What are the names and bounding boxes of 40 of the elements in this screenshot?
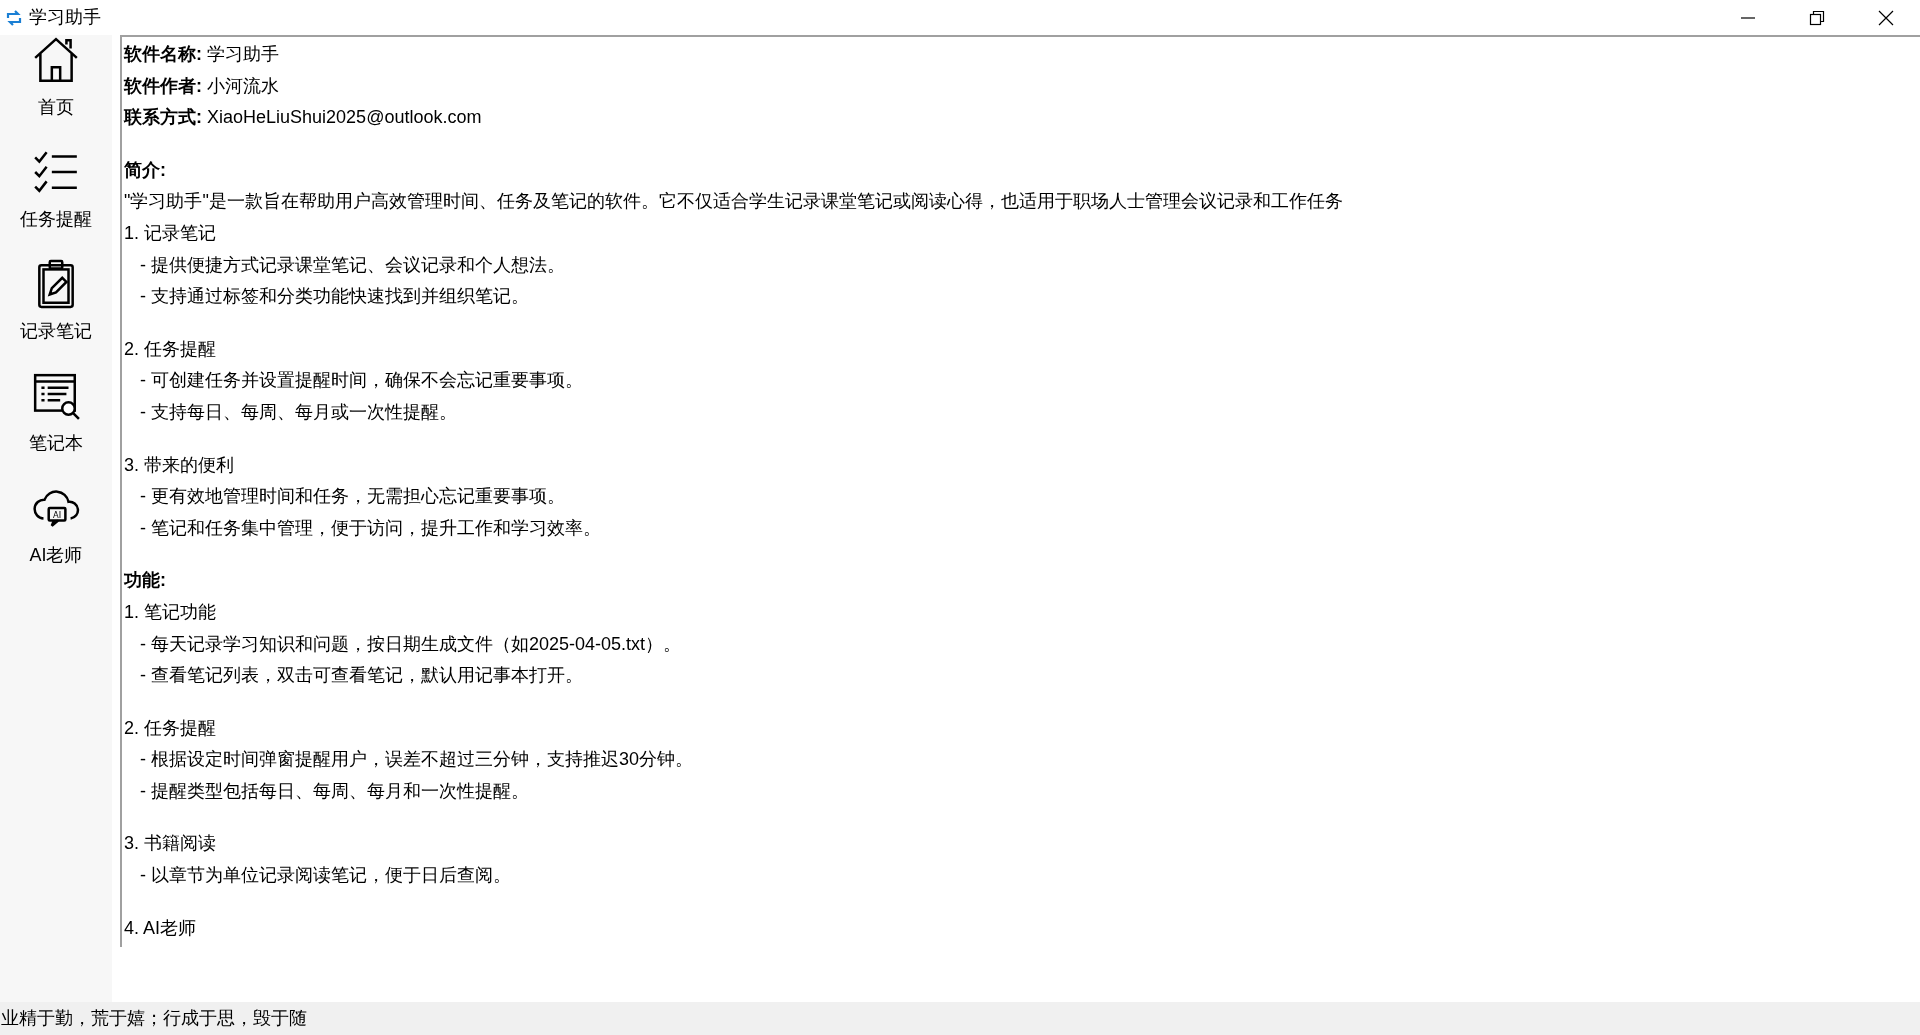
bullet-text: - 提醒类型包括每日、每周、每月和一次性提醒。 <box>140 780 529 801</box>
sidebar-item[interactable]: 记录笔记 <box>6 259 106 371</box>
bullet-text: - 可创建任务并设置提醒时间，确保不会忘记重要事项。 <box>140 370 583 391</box>
field-value: 小河流水 <box>207 75 279 96</box>
section-heading: 简介: <box>124 159 166 180</box>
app-logo-icon <box>5 8 23 27</box>
bullet-text: - 笔记和任务集中管理，便于访问，提升工作和学习效率。 <box>140 517 601 538</box>
body-text: 3. 书籍阅读 <box>124 833 216 854</box>
bullet-text: - 更有效地管理时间和任务，无需担心忘记重要事项。 <box>140 486 565 507</box>
minimize-icon <box>1739 16 1756 19</box>
bullet-text: - 查看笔记列表，双击可查看笔记，默认用记事本打开。 <box>140 665 583 686</box>
sidebar-item[interactable]: AI AI老师 <box>6 483 106 595</box>
body-text: 1. 记录笔记 <box>124 222 216 243</box>
body-text: 4. AI老师 <box>124 917 197 938</box>
sidebar-item[interactable]: 笔记本 <box>6 371 106 483</box>
bullet-text: - 每天记录学习知识和问题，按日期生成文件（如2025-04-05.txt）。 <box>140 633 682 654</box>
bullet-text: - 根据设定时间弹窗提醒用户，误差不超过三分钟，支持推迟30分钟。 <box>140 749 694 770</box>
bullet-text: - 支持通过标签和分类功能快速找到并组织笔记。 <box>140 286 529 307</box>
field-label: 联系方式: <box>124 107 202 128</box>
restore-icon <box>1808 9 1825 26</box>
body-text: 2. 任务提醒 <box>124 338 216 359</box>
text-area[interactable] <box>120 35 1920 947</box>
field-value: XiaoHeLiuShui2025@outlook.com <box>207 107 482 128</box>
bullet-text: - 支持每日、每周、每月或一次性提醒。 <box>140 401 457 422</box>
field-label: 软件作者: <box>124 75 202 96</box>
body-text: 3. 带来的便利 <box>124 454 234 475</box>
body-text: 2. 任务提醒 <box>124 717 216 738</box>
sidebar-item[interactable]: 任务提醒 <box>6 147 106 259</box>
bullet-text: - 以章节为单位记录阅读笔记，便于日后查阅。 <box>140 865 511 886</box>
section-heading: 功能: <box>124 570 166 591</box>
field-value: 学习助手 <box>207 44 279 64</box>
body-text: 1. 笔记功能 <box>124 601 216 622</box>
status-text: 业精于勤，荒于嬉；行成于思，毁于随 <box>0 1007 307 1030</box>
body-text: "学习助手"是一款旨在帮助用户高效管理时间、任务及笔记的软件。它不仅适合学生记录课堂笔记或阅读心得，也适用于职场人士管理会议记录和工作任务 <box>124 191 1343 212</box>
document-search-icon <box>31 371 81 421</box>
window-title: 学习助手 <box>29 6 101 29</box>
field-label: 软件名称: <box>124 44 202 64</box>
close-icon <box>1877 9 1894 26</box>
sidebar-item[interactable]: 首页 <box>6 35 106 147</box>
bullet-text: - 提供便捷方式记录课堂笔记、会议记录和个人想法。 <box>140 254 565 275</box>
